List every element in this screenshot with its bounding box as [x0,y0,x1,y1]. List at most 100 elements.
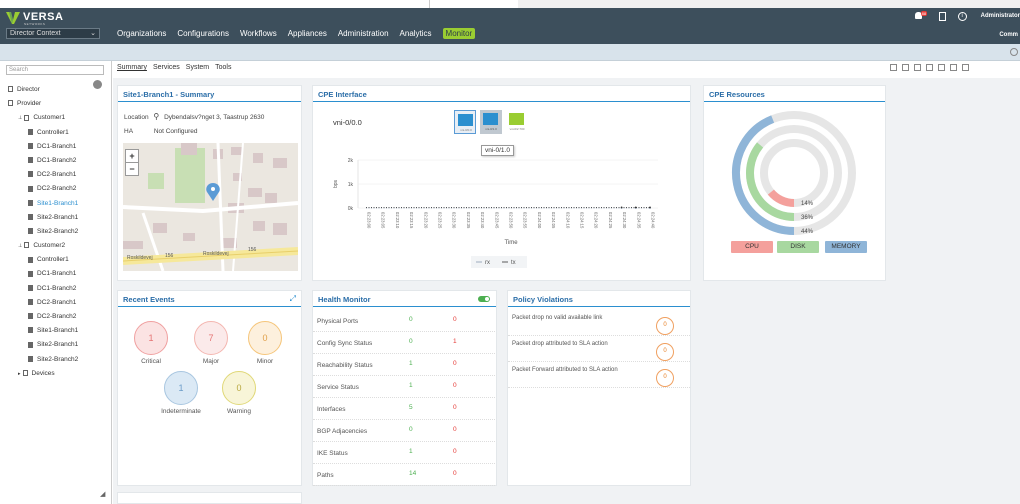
health-down-count[interactable]: 0 [453,448,457,455]
tree-item[interactable]: Site1-Branch1 [4,324,112,338]
location-map[interactable]: Roskildevej 156 Roskildevej 156 + − [123,143,298,271]
tree-item[interactable]: DC1-Branch1 [4,140,112,154]
memory-legend-button[interactable]: MEMORY [825,241,867,253]
tree-item[interactable]: Provider [4,97,112,111]
tree-item[interactable]: DC1-Branch2 [4,282,112,296]
tree-item[interactable]: DC2-Branch1 [4,296,112,310]
health-down-count[interactable]: 0 [453,316,457,323]
policy-count[interactable]: 0 [656,317,674,335]
tree-item[interactable]: Site2-Branch2 [4,225,112,239]
document-icon[interactable] [938,11,946,21]
search-icon[interactable] [950,64,957,71]
health-down-count[interactable]: 0 [453,382,457,389]
health-up-count[interactable]: 1 [409,360,413,367]
tree-item[interactable]: Site2-Branch1 [4,211,112,225]
expand-arrow-icon[interactable]: ▸ [18,371,21,377]
chart-icon[interactable] [902,64,909,71]
nav-workflows[interactable]: Workflows [240,28,277,39]
tree-item[interactable]: Controller1 [4,253,112,267]
tab-tools[interactable]: Tools [215,64,231,71]
tree-item[interactable]: Site1-Branch1 [4,197,112,211]
nav-appliances[interactable]: Appliances [288,28,327,39]
tree-item[interactable]: Site2-Branch2 [4,353,112,367]
refresh-icon[interactable] [1010,48,1018,56]
event-warning-count[interactable]: 0 [222,371,256,405]
nav-configurations[interactable]: Configurations [177,28,229,39]
alerts-button[interactable]: 88 [914,11,929,21]
zoom-out-button[interactable]: − [126,163,138,176]
health-down-count[interactable]: 0 [453,470,457,477]
tree-item[interactable]: DC2-Branch2 [4,182,112,196]
legend-rx-label[interactable]: rx [485,260,490,266]
health-down-count[interactable]: 0 [453,360,457,367]
policy-count[interactable]: 0 [656,343,674,361]
policy-row[interactable]: Packet drop no valid available link 0 [508,310,690,336]
policy-row[interactable]: Packet drop attributed to SLA action 0 [508,336,690,362]
policy-row[interactable]: Packet Forward attributed to SLA action 0 [508,362,690,388]
tree-item[interactable]: Site2-Branch1 [4,338,112,352]
health-up-count[interactable]: 14 [409,470,416,477]
tab-summary[interactable]: Summary [117,64,147,71]
health-row[interactable]: Reachability Status 1 0 [313,354,495,376]
health-up-count[interactable]: 1 [409,382,413,389]
cpu-legend-button[interactable]: CPU [731,241,773,253]
search-input[interactable]: Search [6,65,104,75]
health-down-count[interactable]: 1 [453,338,457,345]
health-toggle[interactable] [478,296,490,302]
nav-monitor[interactable]: Monitor [442,28,476,39]
health-up-count[interactable]: 1 [409,448,413,455]
health-up-count[interactable]: 0 [409,338,413,345]
layout-icon[interactable] [890,64,897,71]
cpu-ring-value[interactable] [767,189,795,207]
health-row[interactable]: Interfaces 5 0 [313,398,495,420]
zoom-in-button[interactable]: + [126,150,138,163]
health-row[interactable]: Paths 14 0 [313,464,495,486]
health-down-count[interactable]: 0 [453,426,457,433]
tree-item[interactable]: ⊥ Customer1 [4,111,112,125]
cpe-interface-title: CPE Interface [318,90,367,99]
org-label[interactable]: Comm [999,32,1018,38]
user-menu[interactable]: Administrator [981,13,1020,19]
copy-icon[interactable] [938,64,945,71]
tree-item[interactable]: Director [4,83,112,97]
policy-count[interactable]: 0 [656,369,674,387]
health-row[interactable]: Config Sync Status 0 1 [313,332,495,354]
health-up-count[interactable]: 0 [409,426,413,433]
disk-legend-button[interactable]: DISK [777,241,819,253]
chart-alt-icon[interactable] [914,64,921,71]
health-up-count[interactable]: 5 [409,404,413,411]
more-icon[interactable] [962,64,969,71]
appliance-tree: Director Provider ⊥ Customer1 Controller1 DC1… [4,83,112,381]
info-icon[interactable]: i [957,11,967,21]
collapse-icon[interactable]: ⊥ [18,243,22,249]
event-critical-count[interactable]: 1 [134,321,168,355]
tree-item[interactable]: ⊥ Customer2 [4,239,112,253]
health-row[interactable]: IKE Status 1 0 [313,442,495,464]
director-context-select[interactable]: Director Context ⌄ [6,28,100,39]
versa-logo[interactable]: VERSA NETWORKS [6,11,86,26]
tree-item[interactable]: Controller1 [4,126,112,140]
nav-organizations[interactable]: Organizations [117,28,166,39]
tab-services[interactable]: Services [153,64,180,71]
resize-handle-icon[interactable]: ◢ [100,490,105,498]
tree-item[interactable]: DC2-Branch1 [4,168,112,182]
event-minor-count[interactable]: 0 [248,321,282,355]
event-indeterminate-count[interactable]: 1 [164,371,198,405]
health-row[interactable]: Service Status 1 0 [313,376,495,398]
tab-system[interactable]: System [186,64,209,71]
tree-item[interactable]: DC1-Branch2 [4,154,112,168]
stats-icon[interactable] [926,64,933,71]
nav-analytics[interactable]: Analytics [400,28,432,39]
event-major-count[interactable]: 7 [194,321,228,355]
health-row[interactable]: Physical Ports 0 0 [313,310,495,332]
health-up-count[interactable]: 0 [409,316,413,323]
health-row[interactable]: BGP Adjacencies 0 0 [313,420,495,442]
collapse-icon[interactable]: ⊥ [18,115,22,121]
expand-icon[interactable]: ⤢ [290,294,296,304]
legend-tx-label[interactable]: tx [511,260,516,266]
health-down-count[interactable]: 0 [453,404,457,411]
tree-item[interactable]: DC2-Branch2 [4,310,112,324]
nav-administration[interactable]: Administration [338,28,389,39]
tree-item[interactable]: DC1-Branch1 [4,267,112,281]
tree-item[interactable]: ▸ Devices [4,367,112,381]
